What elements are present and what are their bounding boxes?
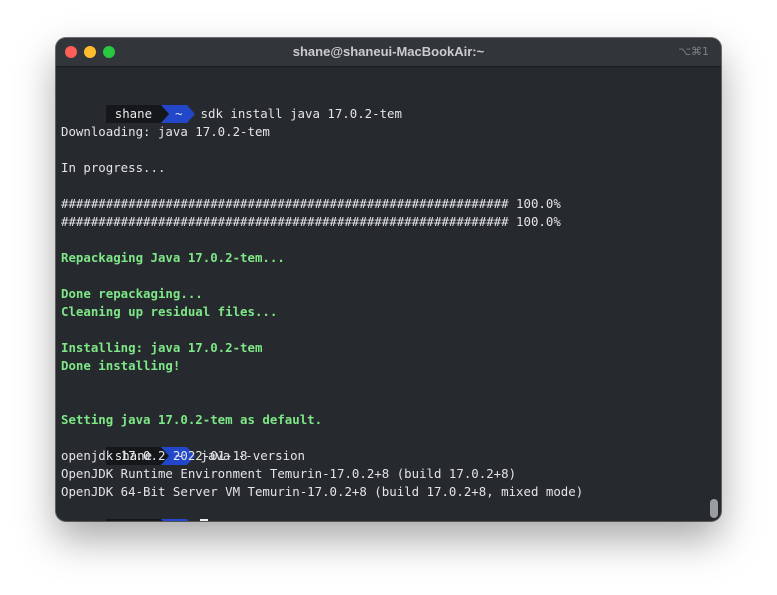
text-cursor [199,519,208,521]
output-line: In progress... [61,160,166,175]
progress-bar-text: ########################################… [61,196,561,211]
output-line: OpenJDK Runtime Environment Temurin-17.0… [61,466,517,481]
prompt-user: shane [105,519,162,521]
scrollbar-thumb[interactable] [710,499,718,518]
output-line: Cleaning up residual files... [61,304,278,319]
output-line: openjdk 17.0.2 2022-01-18 [61,448,248,463]
terminal-output[interactable]: shane ~ sdk install java 17.0.2-tem Downlo… [61,67,707,521]
output-line: Repackaging Java 17.0.2-tem... [61,250,285,265]
window-shortcut-label: ⌥⌘1 [678,45,709,58]
progress-bar-text: ########################################… [61,214,561,229]
prompt-line: shane ~ java --version [61,429,305,465]
output-line: OpenJDK 64-Bit Server VM Temurin-17.0.2+… [61,484,584,499]
prompt-dir: ~ [161,105,196,123]
output-line: Setting java 17.0.2-tem as default. [61,412,323,427]
prompt-user: shane [105,105,162,123]
output-line: Downloading: java 17.0.2-tem [61,124,270,139]
prompt-line: shane~ [61,501,208,521]
output-line: Done repackaging... [61,286,203,301]
title-bar[interactable]: shane@shaneui-MacBookAir:~ ⌥⌘1 [56,38,721,67]
output-line: Installing: java 17.0.2-tem [61,340,263,355]
command-text: sdk install java 17.0.2-tem [200,106,402,121]
prompt-line: shane ~ sdk install java 17.0.2-tem [61,87,402,123]
scrollbar[interactable] [710,68,718,518]
output-line: Done installing! [61,358,181,373]
terminal-window: shane@shaneui-MacBookAir:~ ⌥⌘1 shane ~ sdk… [56,38,721,521]
prompt-dir: ~ [161,519,196,521]
window-title: shane@shaneui-MacBookAir:~ [292,44,485,59]
